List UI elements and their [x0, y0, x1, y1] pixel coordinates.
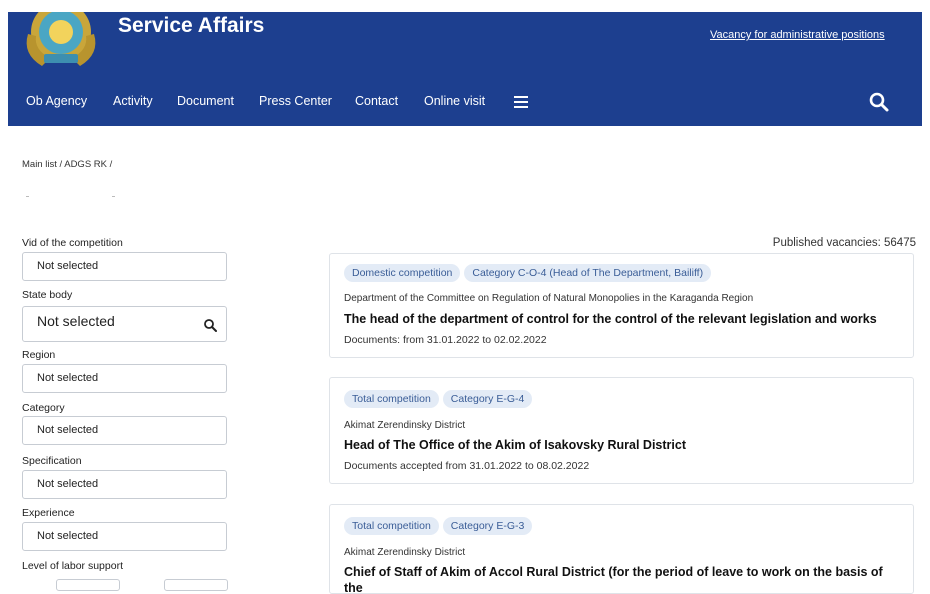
vacancy-card[interactable]: Domestic competition Category C-O-4 (Head… [329, 253, 914, 358]
published-vacancies-count: Published vacancies: 56475 [772, 237, 916, 249]
select-value: Not selected [37, 313, 115, 329]
vacancy-title[interactable]: Head of The Office of the Akim of Isakov… [344, 437, 903, 453]
select-value: Not selected [37, 424, 99, 436]
category-select[interactable]: Not selected [22, 416, 227, 445]
menu-icon[interactable] [514, 96, 528, 108]
select-value: Not selected [37, 478, 99, 490]
site-header: Service Affairs Vacancy for administrati… [8, 12, 922, 126]
main-nav: Ob Agency Activity Document Press Center… [8, 91, 922, 115]
select-value: Not selected [37, 260, 99, 272]
labor-support-to-input[interactable] [164, 579, 228, 591]
vacancy-organization: Akimat Zerendinsky District [344, 420, 466, 431]
nav-item-online-visit[interactable]: Online visit [424, 94, 485, 108]
labor-support-from-input[interactable] [56, 579, 120, 591]
faded-mark [112, 196, 115, 197]
vacancy-card[interactable]: Total competition Category E-G-4 Akimat Z… [329, 377, 914, 484]
emblem-icon[interactable] [20, 12, 102, 74]
filter-label-specification: Specification [22, 455, 82, 467]
vacancy-tags: Domestic competition Category C-O-4 (Head… [344, 263, 715, 282]
select-value: Not selected [37, 372, 99, 384]
competition-type-tag: Total competition [344, 517, 439, 535]
experience-select[interactable]: Not selected [22, 522, 227, 551]
filter-label-competition-type: Vid of the competition [22, 237, 123, 249]
vacancy-tags: Total competition Category E-G-3 [344, 516, 536, 535]
vacancy-admin-link[interactable]: Vacancy for administrative positions [710, 29, 885, 41]
vacancy-title[interactable]: The head of the department of control fo… [344, 311, 903, 327]
select-value: Not selected [37, 530, 99, 542]
competition-type-tag: Domestic competition [344, 264, 461, 282]
search-icon[interactable] [203, 318, 217, 332]
filter-label-experience: Experience [22, 507, 75, 519]
filter-label-labor-support: Level of labor support [22, 560, 123, 572]
category-tag: Category E-G-3 [442, 517, 533, 535]
category-tag: Category E-G-4 [442, 390, 533, 408]
filter-label-state-body: State body [22, 289, 73, 301]
category-tag: Category C-O-4 (Head of The Department, … [464, 264, 712, 282]
breadcrumb[interactable]: Main list / ADGS RK / [22, 159, 112, 170]
vacancy-documents-dates: Documents: from 31.01.2022 to 02.02.2022 [344, 334, 547, 346]
vacancy-organization: Akimat Zerendinsky District [344, 547, 466, 558]
region-select[interactable]: Not selected [22, 364, 227, 393]
site-title[interactable]: Service Affairs [118, 14, 264, 38]
nav-item-press-center[interactable]: Press Center [259, 94, 332, 108]
competition-type-select[interactable]: Not selected [22, 252, 227, 281]
state-body-search-input[interactable]: Not selected [22, 306, 227, 342]
nav-item-document[interactable]: Document [177, 94, 234, 108]
vacancy-organization: Department of the Committee on Regulatio… [344, 293, 754, 304]
vacancy-tags: Total competition Category E-G-4 [344, 389, 536, 408]
competition-type-tag: Total competition [344, 390, 439, 408]
nav-item-agency[interactable]: Ob Agency [26, 94, 87, 108]
specification-select[interactable]: Not selected [22, 470, 227, 499]
nav-item-activity[interactable]: Activity [113, 94, 153, 108]
filter-label-category: Category [22, 402, 65, 414]
filter-label-region: Region [22, 349, 56, 361]
nav-item-contact[interactable]: Contact [355, 94, 398, 108]
search-icon[interactable] [868, 91, 890, 113]
vacancy-documents-dates: Documents accepted from 31.01.2022 to 08… [344, 460, 590, 472]
faded-mark [26, 196, 29, 197]
vacancy-title[interactable]: Chief of Staff of Akim of Accol Rural Di… [344, 564, 903, 593]
vacancy-card[interactable]: Total competition Category E-G-3 Akimat Z… [329, 504, 914, 594]
